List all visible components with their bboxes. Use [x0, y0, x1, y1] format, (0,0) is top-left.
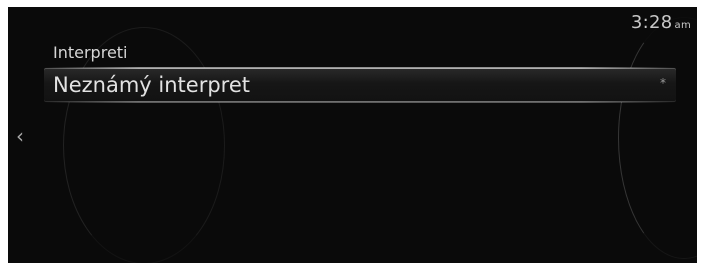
clock-ampm: am — [674, 20, 691, 31]
back-button[interactable]: ‹ — [12, 125, 28, 147]
decorative-ring-right — [618, 17, 697, 259]
chevron-left-icon: ‹ — [16, 124, 24, 148]
infotainment-screen: 3:28 am Interpreti Neznámý interpret * ‹ — [8, 7, 697, 263]
clock: 3:28 am — [631, 12, 691, 33]
list-item-unknown-artist[interactable]: Neznámý interpret * — [44, 67, 676, 103]
decorative-ring-left — [63, 27, 225, 263]
list-item-marker: * — [660, 76, 666, 90]
page-title: Interpreti — [53, 43, 128, 62]
clock-time: 3:28 — [630, 12, 673, 33]
cropped-top-strip — [0, 0, 705, 7]
list-item-label: Neznámý interpret — [53, 73, 250, 97]
